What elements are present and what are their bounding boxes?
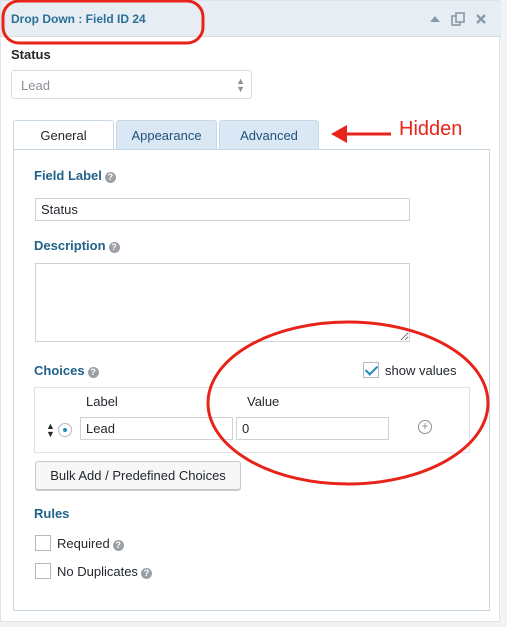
bulk-add-button[interactable]: Bulk Add / Predefined Choices: [35, 461, 241, 490]
hidden-annotation: Hidden: [399, 118, 463, 140]
field-header[interactable]: Drop Down : Field ID 24: [1, 1, 501, 37]
duplicate-icon[interactable]: [450, 11, 466, 27]
status-label: Status: [11, 47, 51, 62]
choice-value-input[interactable]: [236, 417, 389, 440]
default-choice-radio[interactable]: [58, 423, 72, 437]
help-icon[interactable]: ?: [112, 540, 124, 551]
status-select[interactable]: Lead ▲ ▼: [11, 70, 252, 99]
field-settings-panel: Drop Down : Field ID 24 Status Lead ▲ ▼ G…: [0, 0, 501, 622]
choices-heading: Choices?: [34, 363, 99, 378]
rules-heading: Rules: [34, 506, 70, 521]
sort-handle-icon[interactable]: ▲ ▼: [46, 422, 55, 439]
no-duplicates-checkbox[interactable]: [35, 563, 51, 579]
field-title: Drop Down : Field ID 24: [11, 12, 146, 26]
field-label-input[interactable]: [35, 198, 410, 221]
add-choice-icon[interactable]: +: [418, 420, 432, 434]
help-icon[interactable]: ?: [108, 242, 120, 253]
description-text: Description: [34, 238, 106, 253]
show-values-label: show values: [385, 363, 457, 378]
rule-no-duplicates[interactable]: No Duplicates?: [35, 563, 152, 579]
choice-label-input[interactable]: [80, 417, 233, 440]
tab-general[interactable]: General: [13, 120, 114, 151]
description-heading: Description?: [34, 238, 120, 253]
field-label-heading: Field Label?: [34, 168, 116, 183]
help-icon[interactable]: ?: [104, 172, 116, 183]
header-actions: [427, 11, 489, 27]
arrow-left-icon: [331, 125, 391, 143]
collapse-up-icon[interactable]: [427, 11, 443, 27]
choices-label-column: Label: [86, 394, 118, 409]
required-label: Required: [57, 536, 110, 551]
description-textarea[interactable]: [35, 263, 410, 342]
tab-appearance[interactable]: Appearance: [116, 120, 217, 150]
help-icon[interactable]: ?: [140, 568, 152, 579]
choices-text: Choices: [34, 363, 85, 378]
field-label-text: Field Label: [34, 168, 102, 183]
no-duplicates-label: No Duplicates: [57, 564, 138, 579]
select-arrows-icon: ▲ ▼: [236, 76, 245, 94]
show-values-toggle[interactable]: show values: [363, 362, 457, 378]
status-selected-value: Lead: [21, 78, 50, 93]
delete-icon[interactable]: [473, 11, 489, 27]
tab-advanced[interactable]: Advanced: [219, 120, 319, 150]
rule-required[interactable]: Required?: [35, 535, 124, 551]
choices-table: Label Value ▲▼ +: [34, 387, 470, 453]
show-values-checkbox[interactable]: [363, 362, 379, 378]
help-icon[interactable]: ?: [87, 367, 99, 378]
choices-value-column: Value: [247, 394, 280, 409]
required-checkbox[interactable]: [35, 535, 51, 551]
general-tab-panel: Field Label? Description? Choices? show …: [13, 149, 490, 611]
